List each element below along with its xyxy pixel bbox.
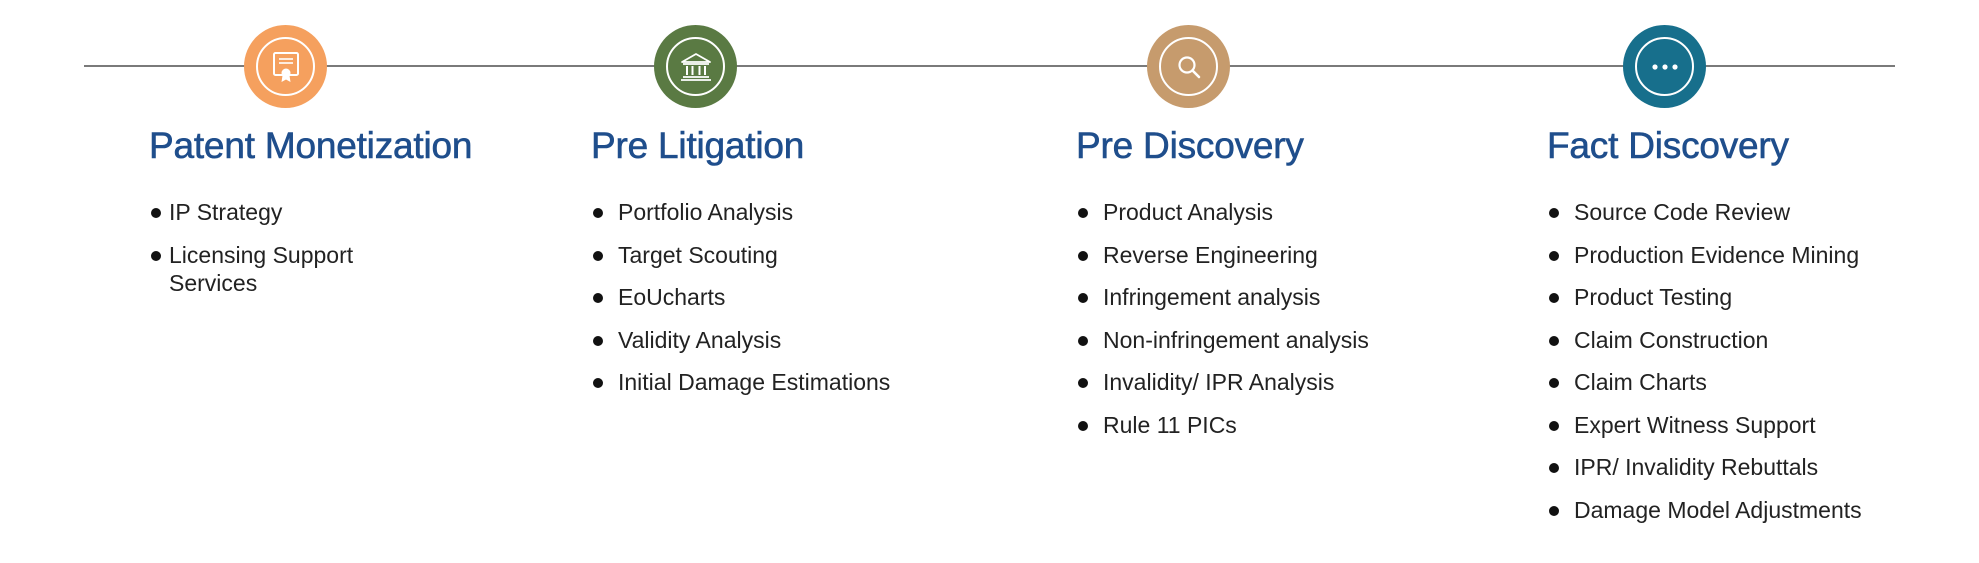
stage-list: Portfolio Analysis Target Scouting EoUch… (591, 198, 890, 411)
list-item: Target Scouting (591, 241, 890, 269)
bullet-icon (151, 208, 161, 218)
certificate-icon (244, 25, 327, 108)
list-item: Rule 11 PICs (1076, 411, 1369, 439)
bullet-icon (1078, 208, 1088, 218)
bullet-icon (593, 335, 603, 346)
stage-fact-discovery: Fact Discovery Source Code Review Produc… (1547, 120, 1862, 523)
bullet-icon (151, 250, 161, 261)
bank-icon (654, 25, 737, 108)
list-item: Infringement analysis (1076, 283, 1369, 311)
stage-list: Product Analysis Reverse Engineering Inf… (1076, 198, 1369, 453)
list-item: Portfolio Analysis (591, 198, 890, 226)
list-item: Validity Analysis (591, 326, 890, 354)
list-item: Licensing Support Services (149, 241, 389, 297)
bullet-icon (1078, 420, 1088, 431)
bullet-icon (1549, 208, 1559, 218)
bullet-icon (1549, 293, 1559, 303)
more-icon (1623, 25, 1706, 108)
bullet-icon (1078, 293, 1088, 303)
bullet-icon (593, 208, 603, 218)
list-item: Expert Witness Support (1547, 411, 1862, 439)
bullet-icon (1549, 463, 1559, 473)
list-item: Non-infringement analysis (1076, 326, 1369, 354)
search-icon (1147, 25, 1230, 108)
list-item: IPR/ Invalidity Rebuttals (1547, 453, 1862, 481)
list-item: EoUcharts (591, 283, 890, 311)
list-item: Invalidity/ IPR Analysis (1076, 368, 1369, 396)
stage-pre-litigation: Pre Litigation Portfolio Analysis Target… (591, 120, 891, 395)
stage-title: Pre Litigation (591, 125, 805, 167)
stage-title: Patent Monetization (149, 125, 473, 167)
list-item: Source Code Review (1547, 198, 1862, 226)
list-item: Claim Charts (1547, 368, 1862, 396)
bullet-icon (1549, 420, 1559, 431)
list-item: Initial Damage Estimations (591, 368, 890, 396)
list-item: Production Evidence Mining (1547, 241, 1862, 269)
stage-title: Fact Discovery (1547, 125, 1790, 167)
stage-list: Source Code Review Production Evidence M… (1547, 198, 1862, 538)
bullet-icon (1549, 378, 1559, 388)
bullet-icon (1549, 250, 1559, 261)
list-item: Reverse Engineering (1076, 241, 1369, 269)
stage-list: IP Strategy Licensing Support Services (149, 198, 389, 311)
list-item: IP Strategy (149, 198, 389, 226)
bullet-icon (593, 378, 603, 388)
list-item: Product Testing (1547, 283, 1862, 311)
stage-patent-monetization: Patent Monetization IP Strategy Licensin… (149, 120, 473, 296)
bullet-icon (1078, 335, 1088, 346)
bullet-icon (1549, 335, 1559, 346)
stage-title: Pre Discovery (1076, 125, 1304, 167)
bullet-icon (1078, 378, 1088, 388)
bullet-icon (593, 250, 603, 261)
list-item: Damage Model Adjustments (1547, 496, 1862, 524)
bullet-icon (1549, 505, 1559, 516)
list-item: Claim Construction (1547, 326, 1862, 354)
list-item: Product Analysis (1076, 198, 1369, 226)
stage-pre-discovery: Pre Discovery Product Analysis Reverse E… (1076, 120, 1369, 438)
bullet-icon (593, 293, 603, 303)
bullet-icon (1078, 250, 1088, 261)
